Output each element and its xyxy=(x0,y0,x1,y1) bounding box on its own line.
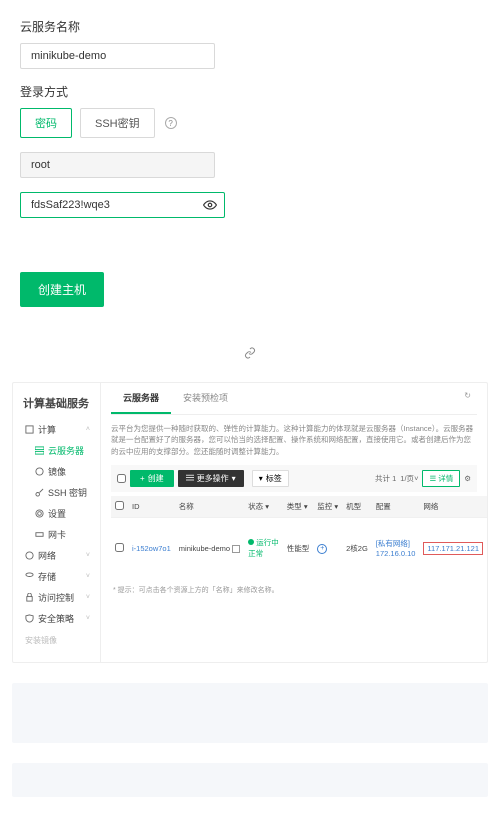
sidebar-item-settings[interactable]: 设置 xyxy=(13,503,100,524)
server-table: ID 名称 状态 ▾ 类型 ▾ 监控 ▾ 机型 配置 网络 公网 IPv4 计费… xyxy=(111,496,487,579)
more-actions-button[interactable]: 更多操作▾ xyxy=(178,470,244,487)
eye-icon[interactable] xyxy=(203,198,217,212)
total-count: 共计 1 xyxy=(375,473,396,484)
settings-icon[interactable]: ⚙ xyxy=(464,474,471,483)
console-panel: 计算基础服务 计算˄ 云服务器 镜像 SSH 密钥 设置 网卡 网络˅ 存储˅ … xyxy=(12,382,488,663)
sidebar: 计算基础服务 计算˄ 云服务器 镜像 SSH 密钥 设置 网卡 网络˅ 存储˅ … xyxy=(13,383,101,662)
copy-icon[interactable] xyxy=(232,545,240,553)
name-input[interactable] xyxy=(20,43,215,69)
sidebar-item-network[interactable]: 网络˅ xyxy=(13,545,100,566)
toolbar: +创建 更多操作▾ ▾ 标签 共计 1 1/页˅ ☰ 详情 ⚙ xyxy=(111,465,477,492)
sidebar-title: 计算基础服务 xyxy=(13,393,100,419)
desc-text: 云平台为您提供一种随时获取的、弹性的计算能力。这种计算能力的体现就是云服务器（I… xyxy=(111,423,477,457)
tab-server-list[interactable]: 云服务器 xyxy=(111,383,171,414)
password-input[interactable] xyxy=(20,192,225,218)
model-cell: 2核2G xyxy=(342,517,372,579)
tag-button[interactable]: ▾ 标签 xyxy=(252,470,289,487)
per-page[interactable]: 1/页˅ xyxy=(400,473,418,484)
sidebar-item-image[interactable]: 镜像 xyxy=(13,461,100,482)
sidebar-item-sshkey[interactable]: SSH 密钥 xyxy=(13,482,100,503)
instance-id-link[interactable]: i-152ow7o1 xyxy=(132,544,171,553)
tip-text: * 提示：可点击各个资源上方的「名称」来修改名称。 xyxy=(111,579,477,601)
placeholder-block xyxy=(12,683,488,743)
type-cell: 性能型 xyxy=(283,517,314,579)
main-area: 云服务器 安装预检项 ↻ 云平台为您提供一种随时获取的、弹性的计算能力。这种计算… xyxy=(101,383,487,662)
refresh-icon[interactable]: ↻ xyxy=(458,383,477,414)
tab-sshkey[interactable]: SSH密钥 xyxy=(80,108,155,138)
help-icon[interactable]: ? xyxy=(165,117,177,129)
row-checkbox[interactable] xyxy=(115,543,124,552)
th-checkbox[interactable] xyxy=(115,501,124,510)
placeholder-block xyxy=(12,763,488,797)
status-text: 运行中 xyxy=(256,538,279,547)
username-input xyxy=(20,152,215,178)
detail-button[interactable]: ☰ 详情 xyxy=(422,470,460,487)
select-all-checkbox[interactable] xyxy=(117,474,126,483)
public-ip[interactable]: 117.171.21.121 xyxy=(423,542,483,555)
tab-password[interactable]: 密码 xyxy=(20,108,72,138)
sidebar-item-server[interactable]: 云服务器 xyxy=(13,440,100,461)
status-dot-icon xyxy=(248,539,254,545)
tab-precheck[interactable]: 安装预检项 xyxy=(171,383,240,414)
instance-name: minikube-demo xyxy=(179,544,230,553)
table-row[interactable]: i-152ow7o1 minikube-demo 运行中正常 性能型 + 2核2… xyxy=(111,517,487,579)
sidebar-item-storage[interactable]: 存储˅ xyxy=(13,566,100,587)
name-label: 云服务名称 xyxy=(20,18,480,35)
sidebar-foot: 安装镜像 xyxy=(13,629,100,652)
sidebar-item-nic[interactable]: 网卡 xyxy=(13,524,100,545)
sidebar-item-compute[interactable]: 计算˄ xyxy=(13,419,100,440)
login-label: 登录方式 xyxy=(20,83,480,100)
anchor-link-icon[interactable] xyxy=(0,317,500,364)
monitor-add-icon[interactable]: + xyxy=(317,544,327,554)
sidebar-item-access[interactable]: 访问控制˅ xyxy=(13,587,100,608)
create-button[interactable]: +创建 xyxy=(130,470,174,487)
create-host-button[interactable]: 创建主机 xyxy=(20,272,104,307)
network-link[interactable]: [私有网络] xyxy=(376,539,410,548)
sidebar-item-security[interactable]: 安全策略˅ xyxy=(13,608,100,629)
